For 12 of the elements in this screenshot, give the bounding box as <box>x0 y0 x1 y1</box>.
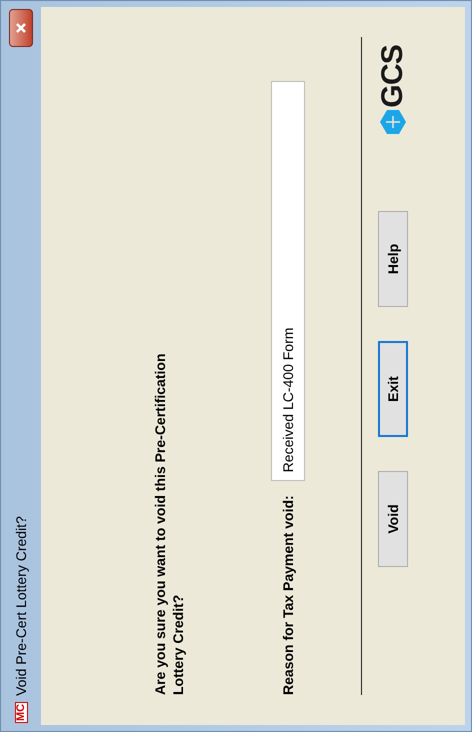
logo-icon <box>380 110 406 134</box>
app-icon: MC <box>14 702 28 723</box>
close-button[interactable] <box>9 9 33 47</box>
close-icon <box>15 22 27 34</box>
dialog-button[interactable]: Exit <box>378 341 408 437</box>
reason-field[interactable]: Received LC-400 Form <box>271 81 305 482</box>
reason-label: Reason for Tax Payment void: <box>278 495 297 695</box>
logo-text: GCS <box>378 45 408 108</box>
confirmation-question: Are you sure you want to void this Pre-Certification Lottery Credit? <box>151 352 187 695</box>
dialog-button[interactable]: Help <box>378 211 408 307</box>
window-title: Void Pre-Cert Lottery Credit? <box>12 516 30 696</box>
dialog-button[interactable]: Void <box>378 471 408 567</box>
